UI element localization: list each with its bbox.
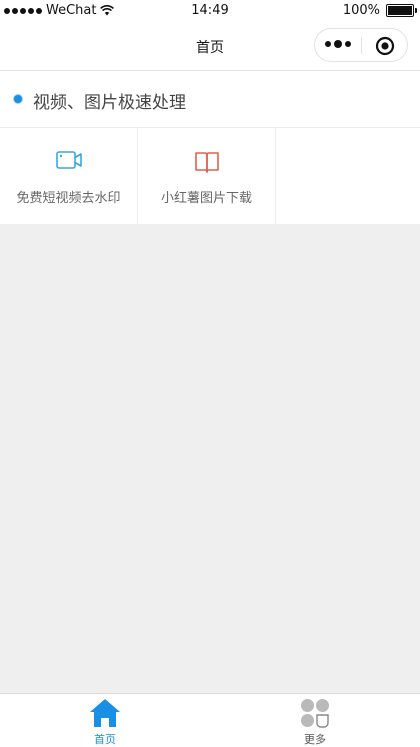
battery-icon (386, 4, 417, 17)
home-icon (90, 699, 120, 727)
miniprogram-capsule (314, 28, 408, 62)
tab-more[interactable]: 更多 (210, 694, 420, 747)
video-camera-icon (55, 151, 82, 169)
navigation-bar: 首页 (0, 22, 420, 71)
tool-label: 小红薯图片下载 (160, 191, 252, 206)
more-grid-icon (301, 699, 329, 728)
tool-label: 免费短视频去水印 (16, 191, 121, 206)
battery-status: 100% (342, 3, 417, 18)
capsule-divider (361, 37, 362, 54)
status-bar: WeChat 14:49 100% (0, 0, 420, 22)
section-header: 视频、图片极速处理 (0, 71, 420, 128)
tab-home[interactable]: 首页 (0, 694, 210, 747)
tab-label: 更多 (304, 733, 326, 746)
book-open-icon (194, 152, 219, 173)
tab-label: 首页 (94, 733, 116, 746)
section-bullet-icon (14, 95, 22, 103)
tool-empty-slot (276, 128, 420, 224)
section-title: 视频、图片极速处理 (33, 93, 186, 113)
battery-percentage: 100% (342, 3, 380, 18)
tool-video-watermark-remover[interactable]: 免费短视频去水印 (0, 128, 138, 224)
close-miniprogram-icon[interactable] (375, 36, 395, 56)
tool-xiaohongshu-image-download[interactable]: 小红薯图片下载 (138, 128, 276, 224)
more-options-icon[interactable] (325, 40, 351, 48)
bottom-tab-bar: 首页 更多 (0, 693, 420, 747)
tools-grid: 免费短视频去水印 小红薯图片下载 (0, 128, 420, 224)
